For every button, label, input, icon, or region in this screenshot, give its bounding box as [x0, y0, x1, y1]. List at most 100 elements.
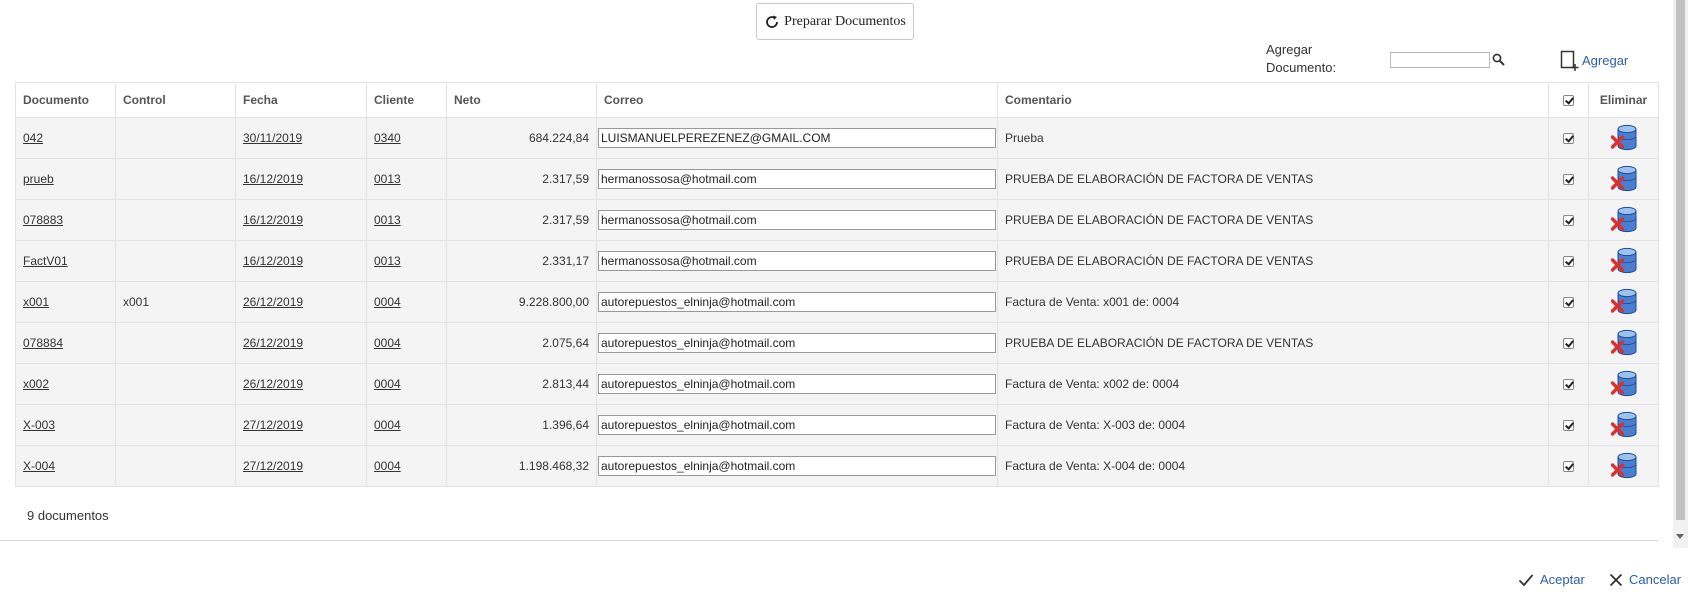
cell-eliminar — [1588, 281, 1659, 323]
delete-database-icon[interactable] — [1610, 165, 1637, 193]
delete-database-icon[interactable] — [1610, 411, 1637, 439]
prepare-documents-label: Preparar Documentos — [784, 13, 906, 29]
document-link[interactable]: prueb — [23, 172, 54, 186]
email-field[interactable] — [598, 333, 996, 353]
row-checkbox[interactable] — [1563, 338, 1574, 350]
row-checkbox[interactable] — [1563, 256, 1574, 268]
document-link[interactable]: x002 — [23, 377, 49, 391]
add-document-icon[interactable] — [1560, 50, 1580, 72]
row-checkbox[interactable] — [1563, 420, 1574, 432]
cell-correo — [596, 363, 998, 405]
cell-eliminar — [1588, 240, 1659, 282]
document-link[interactable]: 042 — [23, 131, 43, 145]
vertical-scrollbar[interactable] — [1673, 0, 1688, 548]
row-checkbox[interactable] — [1563, 174, 1574, 186]
email-field[interactable] — [598, 251, 996, 271]
document-link[interactable]: x001 — [23, 295, 49, 309]
delete-database-icon[interactable] — [1610, 370, 1637, 398]
delete-database-icon[interactable] — [1610, 247, 1637, 275]
cell-documento: prueb — [15, 158, 116, 200]
cell-documento: 078883 — [15, 199, 116, 241]
date-link[interactable]: 16/12/2019 — [243, 172, 303, 186]
refresh-icon — [766, 15, 779, 28]
email-field[interactable] — [598, 292, 996, 312]
email-field[interactable] — [598, 456, 996, 476]
cell-comentario: PRUEBA DE ELABORACIÓN DE FACTORA DE VENT… — [997, 240, 1549, 282]
email-field[interactable] — [598, 169, 996, 189]
cell-correo — [596, 199, 998, 241]
row-checkbox[interactable] — [1563, 379, 1574, 391]
date-link[interactable]: 26/12/2019 — [243, 295, 303, 309]
document-link[interactable]: FactV01 — [23, 254, 68, 268]
cell-neto: 684.224,84 — [446, 117, 597, 159]
date-link[interactable]: 16/12/2019 — [243, 254, 303, 268]
client-link[interactable]: 0004 — [374, 418, 401, 432]
delete-database-icon[interactable] — [1610, 329, 1637, 357]
client-link[interactable]: 0013 — [374, 254, 401, 268]
row-checkbox[interactable] — [1563, 461, 1574, 473]
table-row: prueb 16/12/2019 0013 2.317,59 PRUEBA DE ELA… — [15, 158, 1659, 200]
row-checkbox[interactable] — [1563, 215, 1574, 227]
cell-cliente: 0013 — [366, 199, 447, 241]
date-link[interactable]: 26/12/2019 — [243, 377, 303, 391]
document-link[interactable]: X-004 — [23, 459, 55, 473]
client-link[interactable]: 0013 — [374, 213, 401, 227]
document-link[interactable]: 078883 — [23, 213, 63, 227]
cell-control — [115, 158, 236, 200]
table-row: 042 30/11/2019 0340 684.224,84 Prueba — [15, 117, 1659, 159]
scroll-down-arrow-icon[interactable] — [1676, 534, 1684, 539]
prepare-documents-button[interactable]: Preparar Documentos — [756, 3, 914, 40]
table-row: X-003 27/12/2019 0004 1.396,64 Factura de Ve… — [15, 404, 1659, 446]
client-link[interactable]: 0340 — [374, 131, 401, 145]
add-document-input[interactable] — [1390, 52, 1490, 68]
document-link[interactable]: X-003 — [23, 418, 55, 432]
scrollbar-thumb[interactable] — [1676, 0, 1685, 520]
column-header-fecha[interactable]: Fecha — [235, 82, 367, 118]
cell-comentario: Factura de Venta: X-003 de: 0004 — [997, 404, 1549, 446]
email-field[interactable] — [598, 210, 996, 230]
cell-correo — [596, 322, 998, 364]
add-document-link[interactable]: Agregar — [1582, 53, 1628, 68]
client-link[interactable]: 0004 — [374, 336, 401, 350]
column-header-control[interactable]: Control — [115, 82, 236, 118]
column-header-correo[interactable]: Correo — [596, 82, 998, 118]
cell-eliminar — [1588, 117, 1659, 159]
client-link[interactable]: 0004 — [374, 295, 401, 309]
select-all-checkbox[interactable] — [1563, 95, 1574, 107]
add-document-label: Agregar Documento: — [1266, 42, 1337, 75]
column-header-cliente[interactable]: Cliente — [366, 82, 447, 118]
client-link[interactable]: 0013 — [374, 172, 401, 186]
delete-database-icon[interactable] — [1610, 124, 1637, 152]
date-link[interactable]: 16/12/2019 — [243, 213, 303, 227]
delete-database-icon[interactable] — [1610, 206, 1637, 234]
column-header-neto[interactable]: Neto — [446, 82, 597, 118]
cell-correo — [596, 281, 998, 323]
email-field[interactable] — [598, 128, 996, 148]
cancel-button[interactable]: Cancelar — [1609, 572, 1681, 587]
column-header-documento[interactable]: Documento — [15, 82, 116, 118]
row-checkbox[interactable] — [1563, 133, 1574, 145]
cell-neto: 2.331,17 — [446, 240, 597, 282]
table-row: X-004 27/12/2019 0004 1.198.468,32 Factura d… — [15, 445, 1659, 487]
date-link[interactable]: 26/12/2019 — [243, 336, 303, 350]
date-link[interactable]: 27/12/2019 — [243, 418, 303, 432]
select-all-header[interactable] — [1548, 82, 1589, 118]
date-link[interactable]: 27/12/2019 — [243, 459, 303, 473]
email-field[interactable] — [598, 415, 996, 435]
row-checkbox[interactable] — [1563, 297, 1574, 309]
accept-button[interactable]: Aceptar — [1518, 572, 1585, 587]
document-link[interactable]: 078884 — [23, 336, 63, 350]
table-row: 078883 16/12/2019 0013 2.317,59 PRUEBA DE EL… — [15, 199, 1659, 241]
cell-comentario: Factura de Venta: x001 de: 0004 — [997, 281, 1549, 323]
delete-database-icon[interactable] — [1610, 452, 1637, 480]
email-field[interactable] — [598, 374, 996, 394]
date-link[interactable]: 30/11/2019 — [243, 131, 302, 145]
delete-database-icon[interactable] — [1610, 288, 1637, 316]
client-link[interactable]: 0004 — [374, 459, 401, 473]
column-header-comentario[interactable]: Comentario — [997, 82, 1549, 118]
cell-fecha: 27/12/2019 — [235, 445, 367, 487]
client-link[interactable]: 0004 — [374, 377, 401, 391]
cell-cliente: 0340 — [366, 117, 447, 159]
cell-documento: X-004 — [15, 445, 116, 487]
search-icon[interactable] — [1492, 53, 1505, 66]
